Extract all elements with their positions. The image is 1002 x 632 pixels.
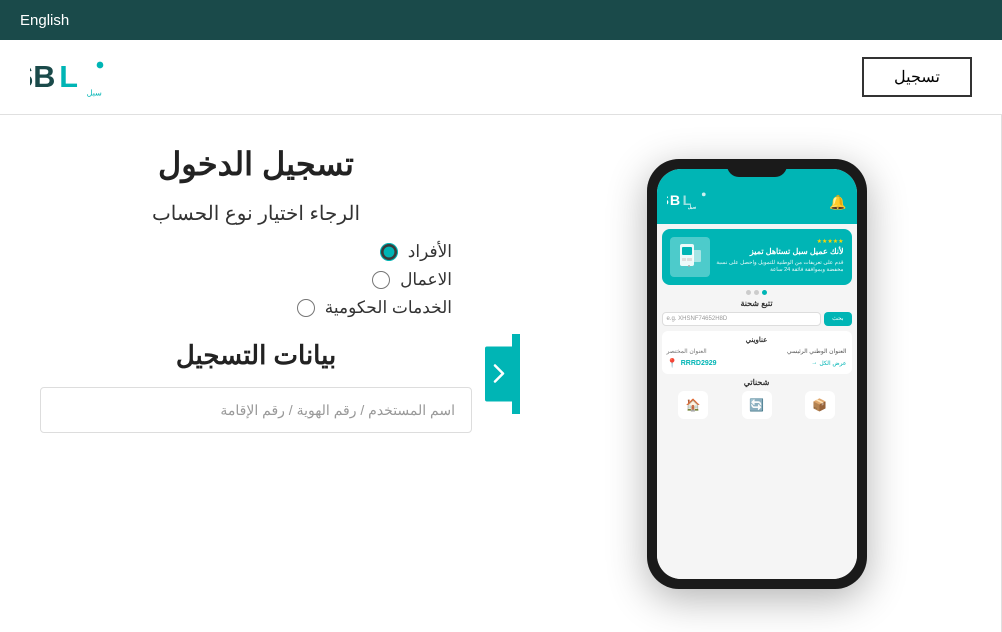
registration-data-title: بيانات التسجيل xyxy=(40,340,472,371)
svg-text:سبل: سبل xyxy=(687,204,696,210)
radio-business[interactable]: الاعمال xyxy=(40,270,452,290)
banner-dots xyxy=(662,290,852,295)
top-bar: English xyxy=(0,0,1002,40)
phone-logo: S B L سبل xyxy=(667,189,712,216)
phone-panel: 🔔 S B L سبل xyxy=(512,115,1002,632)
language-switcher[interactable]: English xyxy=(20,12,69,29)
radio-individuals[interactable]: الأفراد xyxy=(40,242,452,262)
view-all-link[interactable]: عرض الكل → xyxy=(811,360,846,367)
username-input[interactable] xyxy=(40,387,472,433)
address-sub-label: العنوان المختصر xyxy=(667,348,707,355)
left-accent xyxy=(512,334,520,414)
svg-text:B: B xyxy=(669,192,679,208)
phone-mockup: 🔔 S B L سبل xyxy=(647,159,867,589)
radio-individuals-label: الأفراد xyxy=(408,242,452,262)
radio-business-input[interactable] xyxy=(372,271,390,289)
shipments-title: شحناتي xyxy=(662,378,852,387)
account-type-radio-group: الأفراد الاعمال الخدمات الحكومية xyxy=(40,242,472,318)
svg-text:B: B xyxy=(33,60,55,94)
header: تسجيل S B L سبل xyxy=(0,40,1002,115)
right-arrow-button[interactable] xyxy=(485,346,513,401)
phone-banner: ★★★★★ لأنك عميل سبل تستاهل تميز قدم على … xyxy=(662,229,852,285)
svg-text:سبل: سبل xyxy=(87,89,102,98)
address-title: عناويني xyxy=(667,336,847,344)
bell-icon: 🔔 xyxy=(829,194,846,211)
shipment-icon-1[interactable]: 📦 xyxy=(805,391,835,419)
address-section: عناويني العنوان الوطني الرئيسي العنوان ا… xyxy=(662,331,852,374)
address-code-wrapper: RRRD2929 📍 xyxy=(667,358,717,369)
register-button[interactable]: تسجيل xyxy=(862,57,972,97)
location-icon: 📍 xyxy=(667,358,678,369)
main-content: 🔔 S B L سبل xyxy=(0,115,1002,632)
address-main-label: العنوان الوطني الرئيسي xyxy=(787,348,847,355)
svg-text:S: S xyxy=(667,192,669,208)
radio-individuals-input[interactable] xyxy=(380,243,398,261)
svg-text:L: L xyxy=(59,60,78,94)
radio-government-label: الخدمات الحكومية xyxy=(325,298,452,318)
track-input[interactable]: e.g. XHSNF74652H8D xyxy=(662,312,822,326)
phone-notch xyxy=(727,159,787,177)
track-row: بحث e.g. XHSNF74652H8D xyxy=(662,312,852,326)
logo-icon: S B L سبل xyxy=(30,52,110,102)
login-title: تسجيل الدخول xyxy=(40,145,472,183)
banner-image xyxy=(670,237,710,277)
track-button[interactable]: بحث xyxy=(824,312,851,326)
shipment-icon-2[interactable]: 🔄 xyxy=(742,391,772,419)
address-code: RRRD2929 xyxy=(681,360,717,367)
shipment-icons-row: 📦 🔄 🏠 xyxy=(662,391,852,419)
address-row: العنوان الوطني الرئيسي العنوان المختصر xyxy=(667,348,847,355)
address-code-row: عرض الكل → RRRD2929 📍 xyxy=(667,358,847,369)
username-input-wrapper xyxy=(40,387,472,433)
radio-business-label: الاعمال xyxy=(400,270,452,290)
phone-screen: 🔔 S B L سبل xyxy=(657,169,857,579)
login-panel: تسجيل الدخول الرجاء اختيار نوع الحساب ال… xyxy=(0,115,512,632)
phone-app-header: 🔔 S B L سبل xyxy=(657,169,857,224)
radio-government-input[interactable] xyxy=(297,299,315,317)
track-section-title: تتبع شحنة xyxy=(662,299,852,308)
shipment-icon-3[interactable]: 🏠 xyxy=(678,391,708,419)
phone-body: ★★★★★ لأنك عميل سبل تستاهل تميز قدم على … xyxy=(657,224,857,579)
account-type-label: الرجاء اختيار نوع الحساب xyxy=(40,201,472,226)
banner-text: ★★★★★ لأنك عميل سبل تستاهل تميز قدم على … xyxy=(715,238,844,275)
logo: S B L سبل xyxy=(30,52,110,102)
radio-government[interactable]: الخدمات الحكومية xyxy=(40,298,452,318)
